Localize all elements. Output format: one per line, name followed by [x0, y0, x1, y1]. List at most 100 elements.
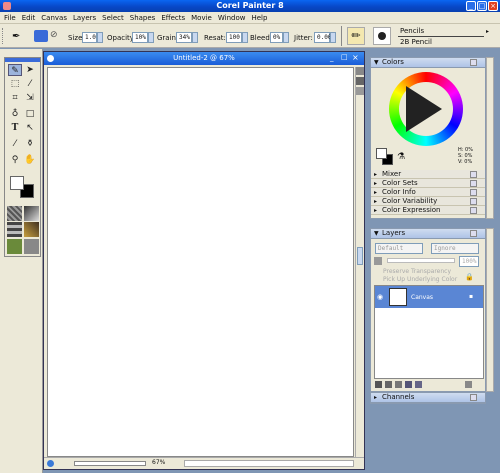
opacity-slider[interactable]: [387, 258, 455, 263]
view-toggle-icon[interactable]: [356, 87, 364, 95]
menu-help[interactable]: Help: [251, 14, 267, 22]
layer-adjuster-icon[interactable]: ➤: [23, 64, 37, 76]
shape-tool-icon[interactable]: □: [23, 108, 37, 120]
menu-select[interactable]: Select: [102, 14, 124, 22]
opacity-stepper[interactable]: [148, 32, 154, 43]
grain-field[interactable]: 34%: [176, 32, 192, 43]
gradient-selector-icon[interactable]: [24, 206, 39, 221]
globe-icon[interactable]: [47, 460, 54, 467]
trash-icon[interactable]: [465, 381, 472, 388]
color-expression-section[interactable]: ▸ Color Expression: [371, 206, 485, 215]
paint-bucket-icon[interactable]: ⚱: [23, 138, 37, 150]
menu-file[interactable]: File: [4, 14, 16, 22]
composite-depth-select[interactable]: Ignore: [431, 243, 479, 254]
opacity-field[interactable]: 10%: [132, 32, 148, 43]
primary-color-swatch[interactable]: [376, 148, 387, 159]
paper-selector-icon[interactable]: [7, 206, 22, 221]
scroll-thumb[interactable]: [357, 247, 363, 265]
colors-panel-scrollbar[interactable]: [486, 57, 494, 219]
jitter-stepper[interactable]: [330, 32, 336, 43]
color-variability-section[interactable]: ▸ Color Variability: [371, 197, 485, 206]
close-button[interactable]: ×: [488, 1, 498, 11]
canvas-layer-row[interactable]: ◉ Canvas ▪: [375, 286, 483, 308]
new-layer-icon[interactable]: [375, 381, 382, 388]
grid-toggle-icon[interactable]: [356, 77, 364, 85]
resat-stepper[interactable]: [242, 32, 248, 43]
brush-menu-arrow-icon[interactable]: ▸: [486, 28, 489, 35]
selection-adjuster-icon[interactable]: ⇲: [23, 92, 37, 104]
composite-method-select[interactable]: Default: [375, 243, 423, 254]
brush-category-label[interactable]: Pencils: [400, 27, 424, 35]
size-field[interactable]: 1.0: [82, 32, 97, 43]
menu-canvas[interactable]: Canvas: [41, 14, 67, 22]
dropper-icon[interactable]: ⁄: [8, 138, 22, 150]
color-info-close-icon[interactable]: [470, 189, 477, 196]
primary-color-swatch[interactable]: [10, 176, 24, 190]
layer-lock-icon[interactable]: ▪: [469, 293, 473, 300]
minimize-button[interactable]: _: [466, 1, 476, 11]
crop-icon[interactable]: ⌗: [8, 92, 22, 104]
color-sets-close-icon[interactable]: [470, 180, 477, 187]
channels-panel-header[interactable]: ▸ Channels: [371, 393, 485, 403]
shape-selection-icon[interactable]: ↖: [23, 122, 37, 134]
brush-category-icon[interactable]: ✏: [347, 27, 365, 45]
pen-tool-icon[interactable]: ♁: [8, 108, 22, 120]
doc-maximize-button[interactable]: □: [341, 53, 348, 61]
layers-panel-scrollbar[interactable]: [486, 228, 494, 392]
color-variability-close-icon[interactable]: [470, 198, 477, 205]
reset-icon[interactable]: ⊘: [50, 30, 58, 40]
lock-icon[interactable]: 🔒: [465, 273, 474, 281]
menu-shapes[interactable]: Shapes: [130, 14, 156, 22]
visibility-eye-icon[interactable]: ◉: [377, 293, 383, 301]
bleed-stepper[interactable]: [283, 32, 289, 43]
color-wheel[interactable]: [389, 72, 463, 146]
rectangle-select-icon[interactable]: ⬚: [8, 78, 22, 90]
pickup-color-checkbox[interactable]: Pick Up Underlying Color: [383, 276, 457, 283]
clone-color-icon[interactable]: ⚗: [397, 152, 405, 162]
grabber-icon[interactable]: ✋: [23, 154, 37, 166]
canvas[interactable]: [47, 67, 354, 457]
brush-tool-icon[interactable]: ✎: [8, 64, 22, 76]
mixer-section[interactable]: ▸ Mixer: [371, 170, 485, 179]
channels-close-icon[interactable]: [470, 394, 477, 401]
preserve-transparency-checkbox[interactable]: Preserve Transparency: [383, 268, 451, 275]
text-tool-icon[interactable]: T: [8, 122, 22, 134]
layer-opacity-field[interactable]: 100%: [459, 256, 479, 267]
tracing-toggle-icon[interactable]: [356, 67, 364, 75]
brush-dab-icon[interactable]: [373, 27, 391, 45]
menu-movie[interactable]: Movie: [191, 14, 212, 22]
saturation-triangle[interactable]: [406, 86, 442, 132]
maximize-button[interactable]: □: [477, 1, 487, 11]
zoom-slider[interactable]: [74, 461, 146, 466]
vertical-scrollbar[interactable]: [355, 67, 364, 457]
pattern-selector-icon[interactable]: [7, 222, 22, 237]
colors-panel-header[interactable]: ▼ Colors: [371, 58, 485, 68]
color-info-section[interactable]: ▸ Color Info: [371, 188, 485, 197]
magic-wand-icon[interactable]: ⁄: [23, 78, 37, 90]
doc-minimize-button[interactable]: _: [330, 54, 334, 62]
menu-effects[interactable]: Effects: [161, 14, 185, 22]
magnifier-icon[interactable]: ⚲: [8, 154, 22, 166]
brush-settings-icon[interactable]: [34, 30, 48, 42]
layers-panel-header[interactable]: ▼ Layers: [371, 229, 485, 239]
color-sets-section[interactable]: ▸ Color Sets: [371, 179, 485, 188]
brush-tool-icon[interactable]: ✒: [12, 31, 20, 42]
group-icon[interactable]: [415, 381, 422, 388]
jitter-field[interactable]: 0.00: [314, 32, 331, 43]
bleed-field[interactable]: 0%: [270, 32, 283, 43]
doc-close-button[interactable]: ×: [352, 53, 359, 62]
new-mask-icon[interactable]: [405, 381, 412, 388]
resat-field[interactable]: 100: [226, 32, 242, 43]
weave-selector-icon[interactable]: [24, 222, 39, 237]
horizontal-scroll-track[interactable]: [184, 460, 354, 467]
brush-variant-label[interactable]: 2B Pencil: [400, 38, 432, 46]
layer-mask-icon[interactable]: [395, 381, 402, 388]
colors-close-icon[interactable]: [470, 59, 477, 66]
layers-close-icon[interactable]: [470, 230, 477, 237]
menu-edit[interactable]: Edit: [22, 14, 36, 22]
menu-layers[interactable]: Layers: [73, 14, 96, 22]
size-stepper[interactable]: [97, 32, 103, 43]
mixer-close-icon[interactable]: [470, 171, 477, 178]
dynamic-plugin-icon[interactable]: [385, 381, 392, 388]
menu-window[interactable]: Window: [218, 14, 246, 22]
